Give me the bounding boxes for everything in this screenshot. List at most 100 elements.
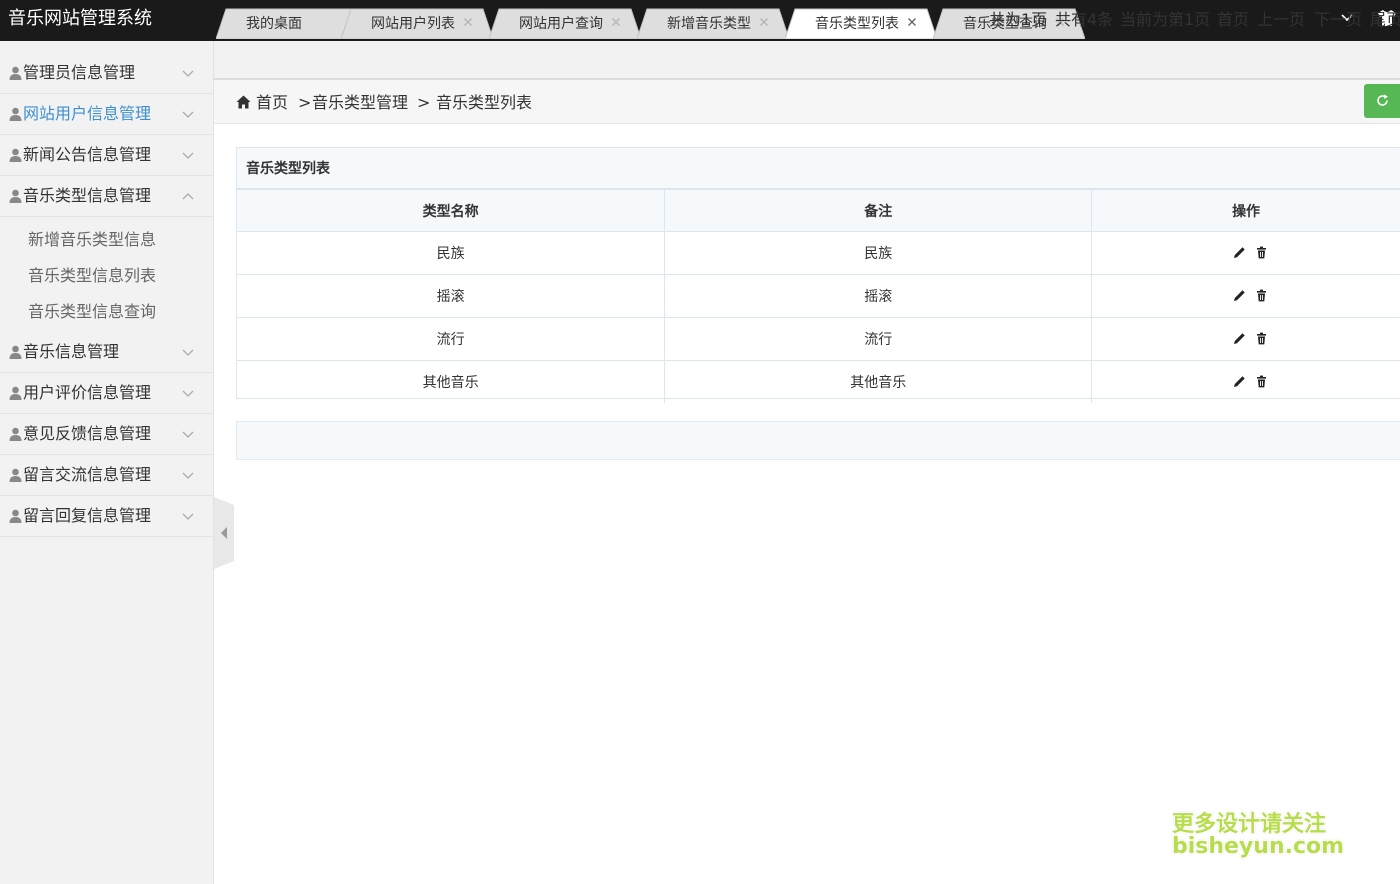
user-icon [9, 345, 22, 359]
edit-icon[interactable] [1233, 375, 1246, 388]
chevron-down-icon [182, 70, 194, 77]
cell-type-name: 摇滚 [237, 274, 666, 318]
user-icon [9, 66, 22, 80]
chevron-up-icon [182, 193, 194, 200]
chevron-down-icon [182, 472, 194, 479]
table-row: 摇滚 摇滚 [237, 274, 1400, 318]
breadcrumb-music-type-management[interactable]: 音乐类型管理 [312, 92, 408, 114]
user-icon [9, 107, 22, 121]
breadcrumb-separator: > [417, 93, 431, 112]
close-icon[interactable] [759, 17, 769, 27]
user-icon [9, 468, 22, 482]
trash-icon[interactable] [1255, 332, 1268, 345]
refresh-icon [1377, 94, 1388, 106]
cell-note: 摇滚 [664, 274, 1093, 318]
close-icon[interactable] [611, 17, 621, 27]
cell-actions [1091, 317, 1400, 361]
cell-note: 其他音乐 [664, 360, 1093, 403]
pagination-current-page: 当前为第1页 [1120, 10, 1211, 29]
edit-icon[interactable] [1233, 289, 1246, 302]
sidebar-item-admin-info[interactable]: 管理员信息管理 [0, 53, 214, 94]
watermark: 更多设计请关注 bisheyun.com [1172, 806, 1344, 862]
sidebar-subitem-add-music-type[interactable]: 新增音乐类型信息 [28, 228, 156, 252]
sidebar-item-label: 网站用户信息管理 [23, 104, 152, 123]
column-header-note: 备注 [664, 189, 1093, 232]
panel-header: 音乐类型列表 [237, 148, 1400, 189]
tab-label: 音乐类型列表 [815, 16, 899, 32]
tab-label: 我的桌面 [246, 16, 302, 32]
chevron-down-icon [182, 111, 194, 118]
table-row: 其他音乐 其他音乐 [237, 360, 1400, 403]
pagination-first-link[interactable]: 首页 [1217, 9, 1249, 31]
sidebar-item-music-info[interactable]: 音乐信息管理 [0, 332, 214, 373]
cell-type-name: 民族 [237, 231, 666, 275]
sidebar-item-label: 留言回复信息管理 [23, 506, 152, 525]
sidebar-item-label: 用户评价信息管理 [23, 383, 152, 402]
refresh-button[interactable] [1364, 84, 1400, 118]
user-icon [9, 427, 22, 441]
sidebar-item-music-type-info[interactable]: 音乐类型信息管理 [0, 176, 214, 217]
cell-actions [1091, 274, 1400, 318]
watermark-line-2: bisheyun.com [1172, 834, 1345, 859]
breadcrumb-current: 音乐类型列表 [436, 93, 533, 112]
tab-site-user-list[interactable]: 网站用户列表 [341, 8, 493, 39]
pagination-last-link[interactable]: 尾页 [1370, 9, 1400, 31]
pagination-next-link[interactable]: 下一页 [1314, 9, 1362, 31]
tab-music-type-list[interactable]: 音乐类型列表 [785, 8, 937, 39]
tab-label: 网站用户列表 [371, 16, 455, 32]
sidebar-item-user-review-info[interactable]: 用户评价信息管理 [0, 373, 214, 414]
edit-icon[interactable] [1233, 332, 1246, 345]
sidebar-subitem-music-type-list[interactable]: 音乐类型信息列表 [28, 264, 156, 288]
user-icon [9, 509, 22, 523]
user-icon [9, 386, 22, 400]
cell-note: 民族 [664, 231, 1093, 275]
music-type-table: 类型名称 备注 操作 民族 民族 摇滚 摇滚 流行 流行 其他音乐 其他音乐 [237, 189, 1400, 403]
sidebar-collapse-handle[interactable] [214, 497, 234, 569]
sidebar-item-news-notice-info[interactable]: 新闻公告信息管理 [0, 135, 214, 176]
close-icon[interactable] [463, 17, 473, 27]
sidebar-item-label: 音乐信息管理 [23, 342, 120, 361]
tab-site-user-query[interactable]: 网站用户查询 [489, 8, 641, 39]
user-icon [9, 189, 22, 203]
pagination-total-pages: 共为1页 [989, 10, 1048, 29]
cell-note: 流行 [664, 317, 1093, 361]
sidebar-item-message-exchange-info[interactable]: 留言交流信息管理 [0, 455, 214, 496]
breadcrumb-separator: > [298, 93, 312, 112]
sidebar-item-label: 管理员信息管理 [23, 63, 136, 82]
chevron-down-icon [182, 431, 194, 438]
trash-icon[interactable] [1255, 289, 1268, 302]
table-row: 流行 流行 [237, 317, 1400, 361]
trash-icon[interactable] [1255, 375, 1268, 388]
user-icon [9, 148, 22, 162]
column-header-type-name: 类型名称 [237, 189, 666, 232]
pagination [236, 421, 1400, 460]
tab-label: 网站用户查询 [519, 16, 603, 32]
edit-icon[interactable] [1233, 246, 1246, 259]
chevron-down-icon [182, 349, 194, 356]
chevron-down-icon [182, 513, 194, 520]
chevron-down-icon [182, 390, 194, 397]
close-icon[interactable] [907, 17, 917, 27]
sidebar-item-label: 留言交流信息管理 [23, 465, 152, 484]
table-header-row: 类型名称 备注 操作 [237, 189, 1400, 232]
cell-actions [1091, 360, 1400, 403]
sidebar-item-site-user-info[interactable]: 网站用户信息管理 [0, 94, 214, 135]
cell-actions [1091, 231, 1400, 275]
music-type-list-panel: 音乐类型列表 类型名称 备注 操作 民族 民族 摇滚 摇滚 流行 流行 其他音乐 其他音乐 [236, 147, 1400, 403]
sidebar-item-label: 意见反馈信息管理 [23, 424, 152, 443]
table-row: 民族 民族 [237, 231, 1400, 275]
tab-bar [214, 41, 1400, 80]
sidebar-item-message-reply-info[interactable]: 留言回复信息管理 [0, 496, 214, 537]
app-title: 音乐网站管理系统 [8, 8, 152, 29]
home-icon [236, 95, 251, 109]
tab-add-music-type[interactable]: 新增音乐类型 [637, 8, 789, 39]
breadcrumb-home[interactable]: 首页 [256, 92, 288, 114]
panel-title: 音乐类型列表 [246, 161, 330, 177]
trash-icon[interactable] [1255, 246, 1268, 259]
tab-label: 新增音乐类型 [667, 16, 751, 32]
sidebar-item-feedback-info[interactable]: 意见反馈信息管理 [0, 414, 214, 455]
sidebar-subitem-music-type-query[interactable]: 音乐类型信息查询 [28, 300, 156, 324]
cell-type-name: 流行 [237, 317, 666, 361]
chevron-down-icon [182, 152, 194, 159]
pagination-prev-link[interactable]: 上一页 [1257, 9, 1305, 31]
